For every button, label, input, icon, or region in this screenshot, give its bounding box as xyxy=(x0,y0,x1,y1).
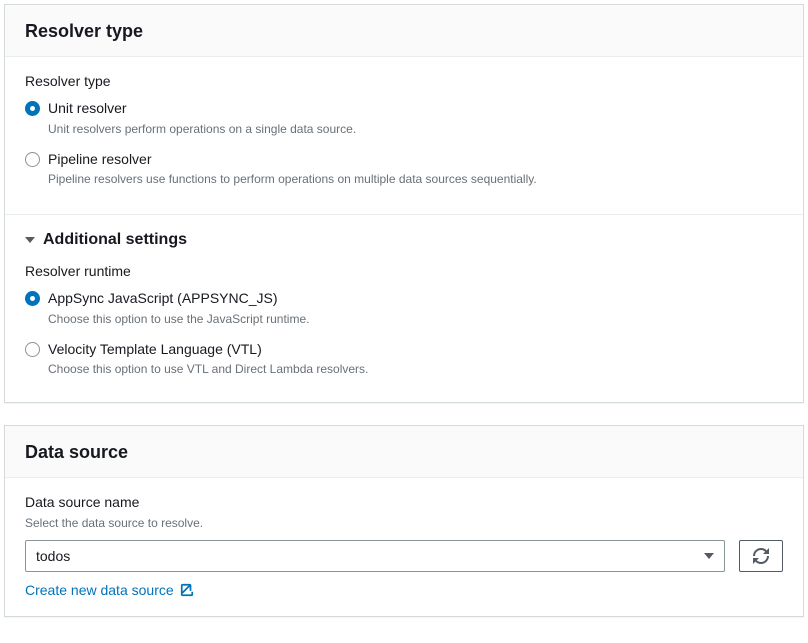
data-source-select[interactable]: todos xyxy=(25,540,725,572)
additional-settings-body: Resolver runtime AppSync JavaScript (APP… xyxy=(5,259,803,402)
data-source-title: Data source xyxy=(25,442,783,463)
radio-pipeline-resolver[interactable]: Pipeline resolver Pipeline resolvers use… xyxy=(25,146,783,197)
data-source-body: Data source name Select the data source … xyxy=(5,478,803,616)
resolver-type-group-label: Resolver type xyxy=(25,73,783,89)
radio-pipeline-desc: Pipeline resolvers use functions to perf… xyxy=(48,170,783,188)
radio-pipeline-label: Pipeline resolver xyxy=(48,150,783,170)
refresh-icon xyxy=(753,548,769,564)
additional-settings-title: Additional settings xyxy=(43,231,187,249)
create-data-source-label: Create new data source xyxy=(25,582,174,598)
chevron-down-icon xyxy=(704,553,714,559)
data-source-panel: Data source Data source name Select the … xyxy=(4,425,804,617)
resolver-type-header: Resolver type xyxy=(5,5,803,57)
data-source-selected-value: todos xyxy=(36,548,70,564)
radio-appsync-js-label: AppSync JavaScript (APPSYNC_JS) xyxy=(48,289,783,309)
radio-unit-label: Unit resolver xyxy=(48,99,783,119)
radio-selected-icon xyxy=(25,291,40,306)
data-source-select-row: todos xyxy=(25,540,783,572)
radio-appsync-js[interactable]: AppSync JavaScript (APPSYNC_JS) Choose t… xyxy=(25,285,783,336)
radio-unselected-icon xyxy=(25,152,40,167)
create-data-source-link[interactable]: Create new data source xyxy=(25,582,194,598)
resolver-type-body: Resolver type Unit resolver Unit resolve… xyxy=(5,57,803,214)
caret-down-icon xyxy=(25,237,35,243)
resolver-type-panel: Resolver type Resolver type Unit resolve… xyxy=(4,4,804,403)
external-link-icon xyxy=(180,583,194,597)
radio-appsync-js-desc: Choose this option to use the JavaScript… xyxy=(48,310,783,328)
resolver-type-title: Resolver type xyxy=(25,21,783,42)
data-source-header: Data source xyxy=(5,426,803,478)
resolver-runtime-label: Resolver runtime xyxy=(25,263,783,279)
radio-unit-desc: Unit resolvers perform operations on a s… xyxy=(48,120,783,138)
radio-vtl-desc: Choose this option to use VTL and Direct… xyxy=(48,360,783,378)
refresh-button[interactable] xyxy=(739,540,783,572)
data-source-name-label: Data source name xyxy=(25,494,783,510)
radio-vtl[interactable]: Velocity Template Language (VTL) Choose … xyxy=(25,336,783,387)
radio-unselected-icon xyxy=(25,342,40,357)
radio-unit-resolver[interactable]: Unit resolver Unit resolvers perform ope… xyxy=(25,95,783,146)
additional-settings-toggle[interactable]: Additional settings xyxy=(5,215,803,259)
data-source-name-desc: Select the data source to resolve. xyxy=(25,516,783,530)
radio-vtl-label: Velocity Template Language (VTL) xyxy=(48,340,783,360)
radio-selected-icon xyxy=(25,101,40,116)
